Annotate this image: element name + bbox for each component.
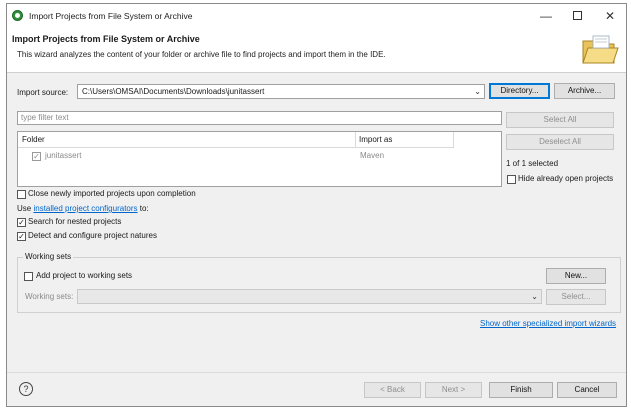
- working-sets-legend: Working sets: [23, 252, 74, 261]
- other-import-wizards-link[interactable]: Show other specialized import wizards: [480, 319, 616, 328]
- use-suffix: to:: [139, 204, 149, 213]
- add-to-working-sets-label: Add project to working sets: [36, 271, 133, 280]
- open-folder-icon: [582, 35, 619, 64]
- help-icon[interactable]: ?: [19, 382, 33, 396]
- window-title: Import Projects from File System or Arch…: [29, 11, 193, 21]
- installed-configurators-link[interactable]: installed project configurators: [33, 204, 137, 213]
- selection-status: 1 of 1 selected: [506, 159, 559, 168]
- search-nested-label: Search for nested projects: [28, 217, 122, 226]
- footer-divider: [7, 372, 626, 373]
- configurators-sentence: Use installed project configurators to:: [17, 204, 149, 213]
- projects-table: Folder Import as ✓ junitassert Maven: [17, 131, 502, 187]
- working-sets-label: Working sets:: [25, 292, 74, 301]
- close-after-checkbox[interactable]: [17, 190, 26, 199]
- finish-button[interactable]: Finish: [489, 382, 553, 398]
- search-nested-checkbox[interactable]: ✓: [17, 218, 26, 227]
- minimize-button[interactable]: —: [531, 8, 561, 24]
- wizard-description: This wizard analyzes the content of your…: [17, 50, 386, 59]
- eclipse-icon: [12, 10, 23, 21]
- import-wizard-window: Import Projects from File System or Arch…: [6, 3, 627, 407]
- cancel-button[interactable]: Cancel: [557, 382, 617, 398]
- table-row[interactable]: ✓ junitassert Maven: [18, 149, 501, 163]
- row-import-as: Maven: [360, 151, 385, 160]
- maximize-button[interactable]: [562, 8, 592, 24]
- select-working-sets-button[interactable]: Select...: [546, 289, 606, 305]
- row-checkbox[interactable]: ✓: [32, 152, 41, 161]
- new-working-set-button[interactable]: New...: [546, 268, 606, 284]
- add-to-working-sets-checkbox[interactable]: [24, 272, 33, 281]
- directory-button[interactable]: Directory...: [489, 83, 550, 99]
- archive-button[interactable]: Archive...: [554, 83, 615, 99]
- row-folder: junitassert: [45, 151, 82, 160]
- working-sets-group: [17, 257, 621, 313]
- filter-input[interactable]: type filter text: [17, 111, 502, 125]
- wizard-title: Import Projects from File System or Arch…: [12, 34, 200, 44]
- column-header-folder[interactable]: Folder: [18, 132, 356, 148]
- close-after-label: Close newly imported projects upon compl…: [28, 189, 196, 198]
- next-button[interactable]: Next >: [425, 382, 482, 398]
- import-source-combo[interactable]: C:\Users\OMSAI\Documents\Downloads\junit…: [77, 84, 485, 99]
- detect-natures-checkbox[interactable]: ✓: [17, 232, 26, 241]
- import-source-label: Import source:: [17, 88, 69, 97]
- title-bar: Import Projects from File System or Arch…: [7, 4, 626, 28]
- import-source-value: C:\Users\OMSAI\Documents\Downloads\junit…: [82, 87, 265, 96]
- select-all-button[interactable]: Select All: [506, 112, 614, 128]
- chevron-down-icon[interactable]: ⌄: [474, 85, 481, 98]
- chevron-down-icon[interactable]: ⌄: [531, 290, 538, 303]
- back-button[interactable]: < Back: [364, 382, 421, 398]
- deselect-all-button[interactable]: Deselect All: [506, 134, 614, 150]
- use-prefix: Use: [17, 204, 32, 213]
- column-header-import-as[interactable]: Import as: [356, 132, 454, 148]
- maximize-icon: [572, 11, 582, 20]
- hide-open-checkbox[interactable]: [507, 175, 516, 184]
- wizard-header: Import Projects from File System or Arch…: [7, 28, 626, 73]
- hide-open-label: Hide already open projects: [518, 174, 614, 183]
- detect-natures-label: Detect and configure project natures: [28, 231, 157, 240]
- working-sets-combo[interactable]: ⌄: [77, 289, 542, 304]
- close-button[interactable]: ✕: [595, 8, 625, 24]
